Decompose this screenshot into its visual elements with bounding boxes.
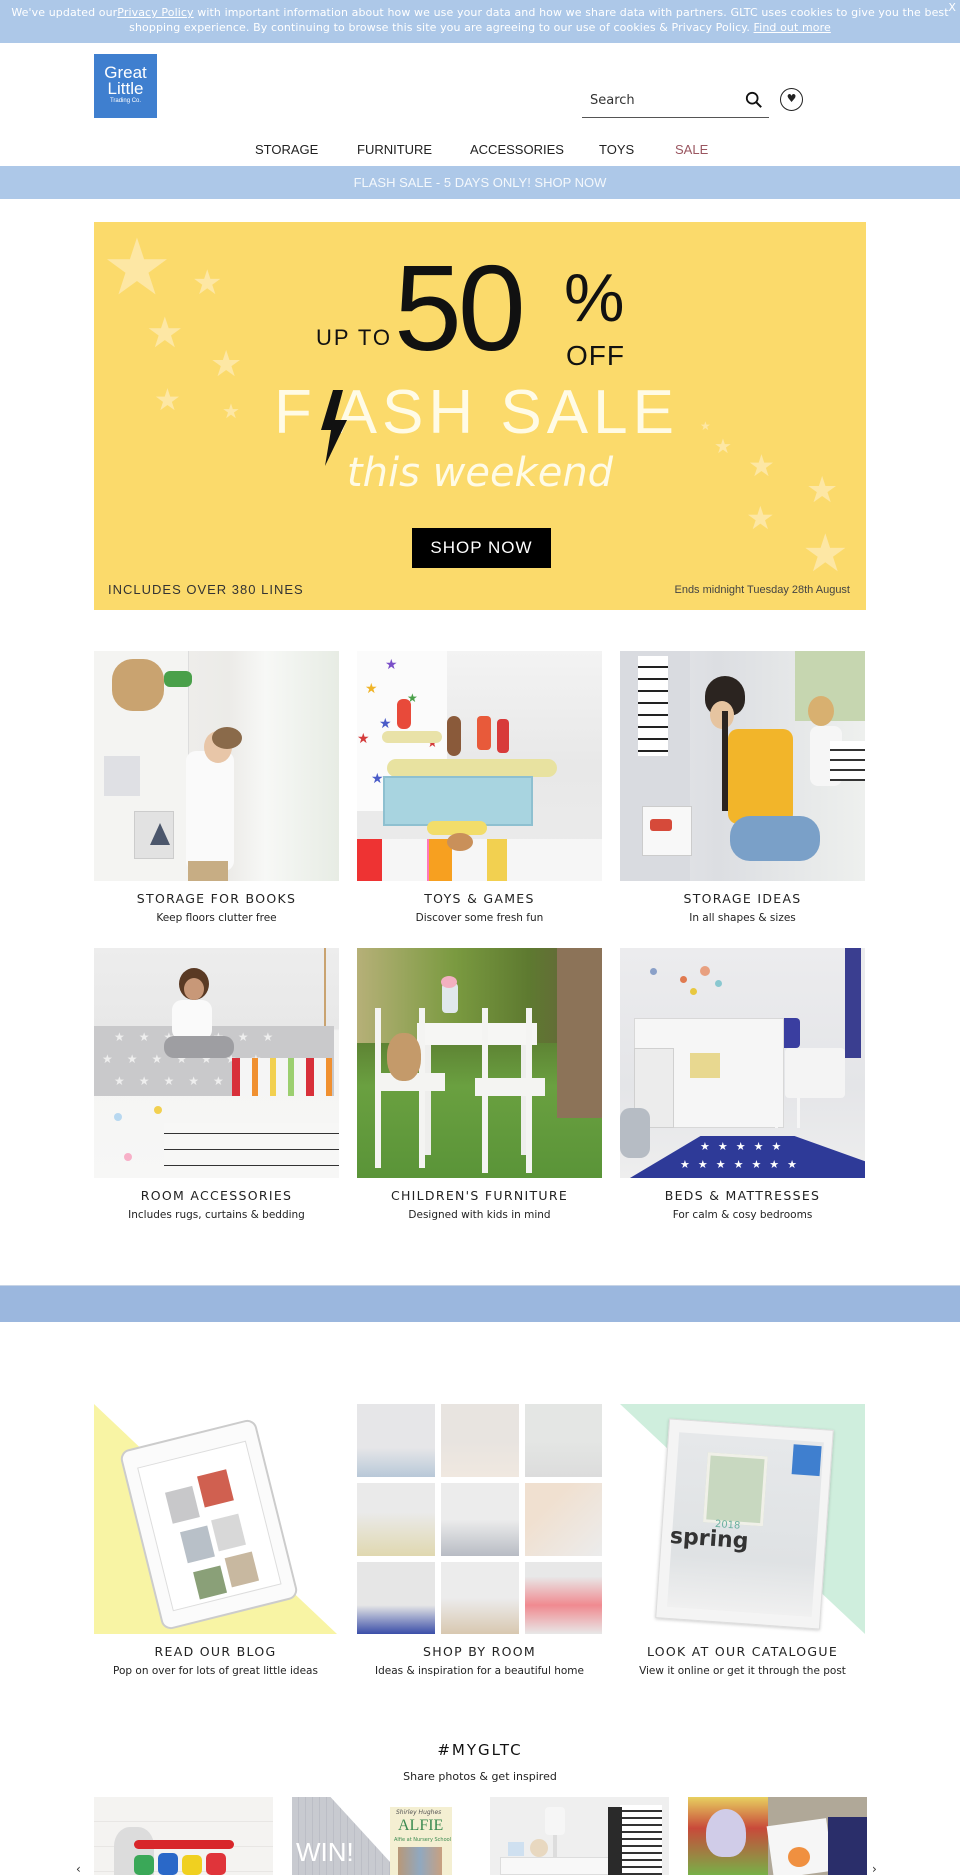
category-subtitle: Designed with kids in mind [408, 1209, 551, 1221]
hero-off: OFF [566, 340, 625, 371]
category-image: ★ ★ ★ ★ ★ ★ ★ [357, 651, 602, 881]
search-box [582, 85, 769, 118]
hero-includes: INCLUDES OVER 380 LINES [108, 582, 304, 597]
feature-card-catalogue[interactable]: spring 2018 LOOK AT OUR CATALOGUE View i… [620, 1404, 865, 1677]
category-title: CHILDREN'S FURNITURE [390, 1188, 569, 1203]
feature-image [357, 1404, 602, 1634]
divider-band [0, 1285, 960, 1322]
category-subtitle: Discover some fresh fun [415, 912, 544, 924]
star-icon: ★ [210, 343, 243, 384]
category-title: TOYS & GAMES [424, 891, 535, 906]
category-title: BEDS & MATTRESSES [664, 1188, 821, 1203]
star-icon: ★ [154, 384, 181, 417]
hero-banner[interactable]: ★ ★ ★ ★ ★ ★ ★ ★ ★ ★ ★ ★ UP TO 50 % OFF F… [94, 222, 866, 610]
category-card-storage-ideas[interactable]: STORAGE IDEAS In all shapes & sizes [620, 651, 865, 924]
category-card-toys-games[interactable]: ★ ★ ★ ★ ★ ★ ★ TOYS & GAMES Discover some… [357, 651, 602, 924]
cookie-banner: We've updated ourPrivacy Policy with imp… [0, 0, 960, 43]
star-icon: ★ [746, 500, 775, 536]
book-title: ALFIE [398, 1817, 444, 1834]
feature-title: LOOK AT OUR CATALOGUE [646, 1644, 839, 1659]
book-subtitle: Alfie at Nursery School [394, 1837, 452, 1843]
category-title: ROOM ACCESSORIES [140, 1188, 293, 1203]
category-subtitle: In all shapes & sizes [689, 912, 796, 924]
category-title: STORAGE FOR BOOKS [136, 891, 297, 906]
category-image [357, 948, 602, 1178]
nav-item-toys[interactable]: TOYS [599, 142, 634, 157]
feature-card-blog[interactable]: READ OUR BLOG Pop on over for lots of gr… [94, 1404, 337, 1677]
book-author: Shirley Hughes [396, 1809, 442, 1816]
cookie-text-before: We've updated our [11, 6, 118, 19]
feature-image [94, 1404, 337, 1634]
star-icon: ★ [700, 419, 711, 433]
find-out-more-link[interactable]: Find out more [754, 21, 831, 34]
logo-line-3: Trading Co. [109, 98, 142, 104]
promo-bar[interactable]: FLASH SALE - 5 DAYS ONLY! SHOP NOW [0, 166, 960, 199]
star-icon: ★ [192, 264, 223, 302]
logo-line-2: Little [107, 79, 144, 98]
star-icon: ★ [146, 309, 184, 356]
hero-up-to: UP TO [316, 325, 393, 350]
search-input[interactable] [582, 85, 732, 115]
privacy-policy-link[interactable]: Privacy Policy [117, 6, 193, 19]
star-icon: ★ [102, 223, 172, 311]
category-title: STORAGE IDEAS [683, 891, 802, 906]
nav-item-storage[interactable]: STORAGE [255, 142, 318, 157]
win-overlay: WIN! [296, 1837, 354, 1867]
feature-card-shop-by-room[interactable]: SHOP BY ROOM Ideas & inspiration for a b… [357, 1404, 602, 1677]
nav-item-accessories[interactable]: ACCESSORIES [470, 142, 564, 157]
carousel-next-button[interactable]: › [872, 1862, 877, 1876]
star-icon: ★ [802, 525, 849, 583]
hero-percent-value: 50 [394, 240, 526, 376]
feature-title: READ OUR BLOG [154, 1644, 277, 1659]
feature-title: SHOP BY ROOM [423, 1644, 536, 1659]
category-card-beds-mattresses[interactable]: ★★★★★ ★★★★★★★ BEDS & MATTRESSES For calm… [620, 948, 865, 1221]
nav-item-furniture[interactable]: FURNITURE [357, 142, 432, 157]
instagram-tile[interactable] [688, 1797, 867, 1875]
category-image: ★★★★★★★ ★★★★★★★ ★★★★★ [94, 948, 339, 1178]
category-card-childrens-furniture[interactable]: CHILDREN'S FURNITURE Designed with kids … [357, 948, 602, 1221]
main-nav: STORAGE FURNITURE ACCESSORIES TOYS SALE [0, 138, 960, 162]
hero-this-weekend: this weekend [346, 450, 614, 496]
wishlist-button[interactable]: ♥ [780, 88, 803, 111]
hero-percent-sign: % [564, 260, 625, 336]
instagram-title: #MYGLTC [437, 1741, 523, 1759]
category-image: ★★★★★ ★★★★★★★ [620, 948, 865, 1178]
feature-subtitle: Ideas & inspiration for a beautiful home [375, 1665, 584, 1677]
instagram-tile[interactable]: WIN! Shirley Hughes ALFIE Alfie at Nurse… [292, 1797, 471, 1875]
category-image [94, 651, 339, 881]
category-card-room-accessories[interactable]: ★★★★★★★ ★★★★★★★ ★★★★★ ROOM ACCESSORIES I… [94, 948, 339, 1221]
catalogue-year: 2018 [714, 1518, 741, 1532]
category-subtitle: Includes rugs, curtains & bedding [128, 1209, 305, 1221]
shop-now-button[interactable]: SHOP NOW [412, 528, 551, 568]
close-icon[interactable]: X [948, 0, 956, 15]
instagram-tile[interactable] [490, 1797, 669, 1875]
feature-subtitle: View it online or get it through the pos… [639, 1665, 846, 1677]
instagram-subtitle: Share photos & get inspired [403, 1770, 557, 1783]
nav-item-sale[interactable]: SALE [675, 142, 708, 157]
logo-line-1: Great [104, 63, 147, 82]
category-subtitle: For calm & cosy bedrooms [672, 1209, 813, 1221]
hero-ends: Ends midnight Tuesday 28th August [674, 584, 850, 596]
category-subtitle: Keep floors clutter free [156, 912, 277, 924]
feature-subtitle: Pop on over for lots of great little ide… [113, 1665, 318, 1677]
heart-icon: ♥ [786, 92, 797, 105]
search-icon[interactable] [745, 91, 763, 109]
carousel-prev-button[interactable]: ‹ [76, 1862, 81, 1876]
star-icon: ★ [222, 401, 240, 423]
category-card-storage-for-books[interactable]: STORAGE FOR BOOKS Keep floors clutter fr… [94, 651, 339, 924]
category-image [620, 651, 865, 881]
instagram-tile[interactable] [94, 1797, 273, 1875]
feature-image: spring 2018 [620, 1404, 865, 1634]
logo[interactable]: Great Little Trading Co. [94, 54, 157, 118]
